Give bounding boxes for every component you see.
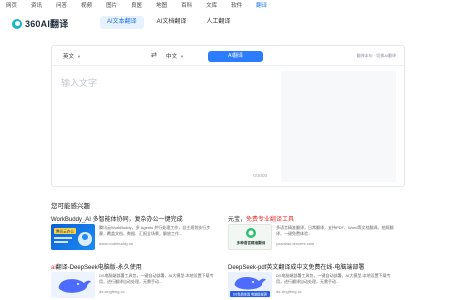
rec-thumbnail[interactable]: 腾讯云办公: [51, 224, 95, 250]
rec-desc: DS电脑端部署工具包，一键自动部署，AI大模型-本地设置下载专用，进行翻译自动处…: [276, 273, 391, 284]
nav-item-translate[interactable]: 翻译: [256, 0, 267, 12]
rec-title[interactable]: 元宝，免费专业翻译工具: [228, 214, 294, 223]
tab-ai-doc-translate[interactable]: AI文档翻译: [150, 16, 194, 29]
nav-item-qa[interactable]: 问答: [56, 0, 67, 12]
deepseek-whale-icon: [58, 279, 91, 293]
nav-item-images[interactable]: 图片: [106, 0, 117, 12]
rec-title[interactable]: WorkBuddy_AI 多智能体协同，复杂办公一键完成: [51, 214, 183, 223]
rec-thumbnail[interactable]: [51, 272, 95, 298]
rec-url[interactable]: ds.xingfeng.cc: [99, 289, 125, 294]
rec-item-3[interactable]: ai翻译-DeepSeek电脑版-永久使用 DS电脑端部署工具包，一键自动部署，…: [51, 262, 216, 298]
swap-languages-icon[interactable]: ⇄: [151, 51, 157, 59]
toolbar-options[interactable]: 翻译本句 · 切换AI翻译: [357, 53, 396, 59]
nav-item-software[interactable]: 软件: [231, 0, 242, 12]
logo[interactable]: 360AI翻译: [12, 17, 68, 30]
char-counter: 0/3000: [253, 173, 267, 178]
svg-text:DS免费体验 电脑版部署: DS免费体验 电脑版部署: [233, 291, 268, 296]
recommend-title: 您可能感兴趣: [51, 203, 90, 210]
target-lang-select[interactable]: 中文 ▼: [166, 52, 184, 60]
tab-human-translate[interactable]: 人工翻译: [199, 16, 237, 29]
rec-item-4[interactable]: DeepSeek-pdf英文翻译成中文免费在线-电脑端部署 DS免费体验 电脑版…: [228, 262, 393, 298]
translator-card: 英文 ▼ ⇄ 中文 ▼ AI翻译 翻译本句 · 切换AI翻译 输入文字 0/3000: [51, 45, 405, 187]
ai-translate-button[interactable]: AI翻译: [208, 51, 263, 62]
rec-thumbnail[interactable]: 多种语言精准翻译: [228, 224, 272, 250]
logo-text: 360AI翻译: [25, 19, 69, 29]
rec-title[interactable]: ai翻译-DeepSeek电脑版-永久使用: [51, 262, 142, 271]
rec-desc: DS电脑端部署工具包，一键自动部署，AI大模型-本地设置下载专用，进行翻译自动处…: [99, 273, 214, 284]
rec-url[interactable]: www.codebuddy.cn: [99, 241, 133, 246]
chevron-down-icon: ▼: [180, 54, 184, 59]
nav-item-health[interactable]: 良医: [131, 0, 142, 12]
nav-item-map[interactable]: 地图: [156, 0, 167, 12]
input-placeholder: 输入文字: [61, 78, 98, 88]
rec-desc: 腾讯云WorkBuddy，多 Agents 并行处理工作，自主规划执行步骤，覆盖…: [99, 225, 211, 236]
svg-text:多种语言精准翻译: 多种语言精准翻译: [237, 240, 266, 245]
mode-tabs: AI文本翻译 AI文档翻译 人工翻译: [100, 16, 243, 29]
rec-url[interactable]: ds.xingfeng.cc: [276, 289, 302, 294]
chevron-down-icon: ▼: [77, 54, 81, 59]
nav-item-baike[interactable]: 百科: [181, 0, 192, 12]
svg-text:腾讯云办公: 腾讯云办公: [56, 229, 74, 234]
tab-ai-text-translate[interactable]: AI文本翻译: [100, 16, 144, 29]
source-lang-select[interactable]: 英文 ▼: [63, 52, 81, 60]
translator-toolbar: 英文 ▼ ⇄ 中文 ▼ AI翻译 翻译本句 · 切换AI翻译: [52, 46, 404, 66]
rec-thumbnail[interactable]: DS免费体验 电脑版部署: [228, 272, 272, 298]
top-nav: 网页 资讯 问答 视频 图片 良医 地图 百科 文库 软件 翻译: [0, 0, 456, 12]
deepseek-whale-icon: DS免费体验 电脑版部署: [230, 277, 270, 297]
workbuddy-thumb-image: 腾讯云办公: [54, 228, 92, 246]
logo-icon: [12, 18, 22, 29]
nav-item-wenku[interactable]: 文库: [206, 0, 217, 12]
yuanbao-thumb-image: 多种语言精准翻译: [237, 228, 266, 245]
rec-title[interactable]: DeepSeek-pdf英文翻译成中文免费在线-电脑端部署: [228, 262, 364, 271]
rec-url[interactable]: yuanbao.tencent.com: [276, 241, 314, 246]
rec-item-2[interactable]: 元宝，免费专业翻译工具 多种语言精准翻译 多语言精准翻译，日常翻译，支持PDF、…: [228, 214, 393, 250]
source-text-input[interactable]: 输入文字 0/3000: [61, 73, 275, 183]
nav-item-news[interactable]: 资讯: [31, 0, 42, 12]
nav-item-web[interactable]: 网页: [6, 0, 17, 12]
rec-item-1[interactable]: WorkBuddy_AI 多智能体协同，复杂办公一键完成 腾讯云办公 腾讯云Wo…: [51, 214, 216, 250]
header: 360AI翻译 AI文本翻译 AI文档翻译 人工翻译: [0, 13, 456, 33]
nav-item-video[interactable]: 视频: [81, 0, 92, 12]
rec-desc: 多语言精准翻译，日常翻译，支持PDF、Word等文档翻译。拍照翻译，一键免费体验…: [276, 225, 394, 236]
translation-output: [281, 71, 396, 182]
